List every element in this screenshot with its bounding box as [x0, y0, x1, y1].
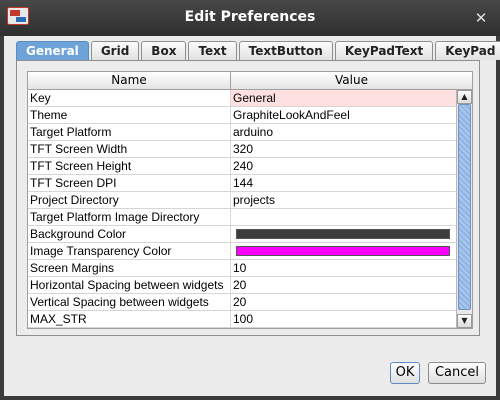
dialog-title: Edit Preferences: [184, 9, 316, 25]
property-value[interactable]: General: [231, 90, 456, 106]
table-row[interactable]: Horizontal Spacing between widgets 20: [28, 277, 456, 294]
property-name: Theme: [28, 107, 231, 123]
tab-general[interactable]: General: [16, 41, 89, 60]
table-row[interactable]: Target Platform arduino: [28, 124, 456, 141]
tab-box[interactable]: Box: [141, 41, 187, 60]
property-value[interactable]: 320: [231, 141, 456, 157]
cancel-button[interactable]: Cancel: [428, 362, 486, 384]
column-header-value[interactable]: Value: [231, 72, 472, 89]
tab-keypadtext[interactable]: KeyPadText: [334, 41, 434, 60]
property-value[interactable]: [231, 226, 456, 242]
table-row[interactable]: TFT Screen Height 240: [28, 158, 456, 175]
property-value[interactable]: 10: [231, 260, 456, 276]
property-name: Image Transparency Color: [28, 243, 231, 259]
column-header-name[interactable]: Name: [28, 72, 231, 89]
property-value[interactable]: 20: [231, 277, 456, 293]
property-name: TFT Screen Width: [28, 141, 231, 157]
property-name: TFT Screen DPI: [28, 175, 231, 191]
tab-panel-general: Name Value Key General Theme GraphiteLookAn…: [16, 60, 480, 336]
tab-bar: General Grid Box Text TextButton KeyPadText Ke…: [16, 40, 500, 60]
property-name: Project Directory: [28, 192, 231, 208]
property-name: TFT Screen Height: [28, 158, 231, 174]
dialog-content: General Grid Box Text TextButton KeyPadText Ke…: [4, 36, 500, 396]
table-body: Key General Theme GraphiteLookAndFeel Target…: [28, 90, 456, 328]
property-value[interactable]: 240: [231, 158, 456, 174]
table-row[interactable]: Background Color: [28, 226, 456, 243]
property-value[interactable]: [231, 243, 456, 259]
tab-text[interactable]: Text: [188, 41, 237, 60]
tab-textbutton[interactable]: TextButton: [238, 41, 333, 60]
scroll-up-arrow-icon[interactable]: ▲: [457, 90, 472, 104]
table-row[interactable]: MAX_STR 100: [28, 311, 456, 328]
property-value[interactable]: arduino: [231, 124, 456, 140]
table-row[interactable]: Vertical Spacing between widgets 20: [28, 294, 456, 311]
property-value[interactable]: GraphiteLookAndFeel: [231, 107, 456, 123]
property-name: Background Color: [28, 226, 231, 242]
edit-preferences-dialog: Edit Preferences ✕ General Grid Box Text Tex…: [0, 0, 500, 400]
preferences-table: Name Value Key General Theme GraphiteLookAn…: [27, 71, 473, 329]
table-row[interactable]: Key General: [28, 90, 456, 107]
scroll-down-arrow-icon[interactable]: ▼: [457, 314, 472, 328]
color-swatch[interactable]: [236, 246, 450, 256]
scrollbar-thumb[interactable]: [458, 104, 471, 310]
table-row[interactable]: TFT Screen DPI 144: [28, 175, 456, 192]
property-name: MAX_STR: [28, 311, 231, 327]
table-row[interactable]: Screen Margins 10: [28, 260, 456, 277]
table-row[interactable]: Theme GraphiteLookAndFeel: [28, 107, 456, 124]
table-header: Name Value: [28, 72, 472, 90]
property-value[interactable]: [231, 209, 456, 225]
property-value[interactable]: 144: [231, 175, 456, 191]
tab-keypad[interactable]: KeyPad: [435, 41, 500, 60]
ok-button[interactable]: OK: [390, 362, 420, 384]
property-name: Target Platform: [28, 124, 231, 140]
close-icon[interactable]: ✕: [472, 9, 490, 27]
table-row[interactable]: Project Directory projects: [28, 192, 456, 209]
table-row[interactable]: TFT Screen Width 320: [28, 141, 456, 158]
property-name: Vertical Spacing between widgets: [28, 294, 231, 310]
property-name: Horizontal Spacing between widgets: [28, 277, 231, 293]
table-row[interactable]: Target Platform Image Directory: [28, 209, 456, 226]
table-row[interactable]: Image Transparency Color: [28, 243, 456, 260]
property-name: Screen Margins: [28, 260, 231, 276]
color-swatch[interactable]: [236, 229, 450, 239]
property-value[interactable]: projects: [231, 192, 456, 208]
title-bar: Edit Preferences ✕: [0, 0, 500, 36]
property-name: Target Platform Image Directory: [28, 209, 231, 225]
property-value[interactable]: 20: [231, 294, 456, 310]
property-value[interactable]: 100: [231, 311, 456, 327]
tab-grid[interactable]: Grid: [90, 41, 140, 60]
property-name: Key: [28, 90, 231, 106]
vertical-scrollbar[interactable]: ▲ ▼: [456, 90, 472, 328]
